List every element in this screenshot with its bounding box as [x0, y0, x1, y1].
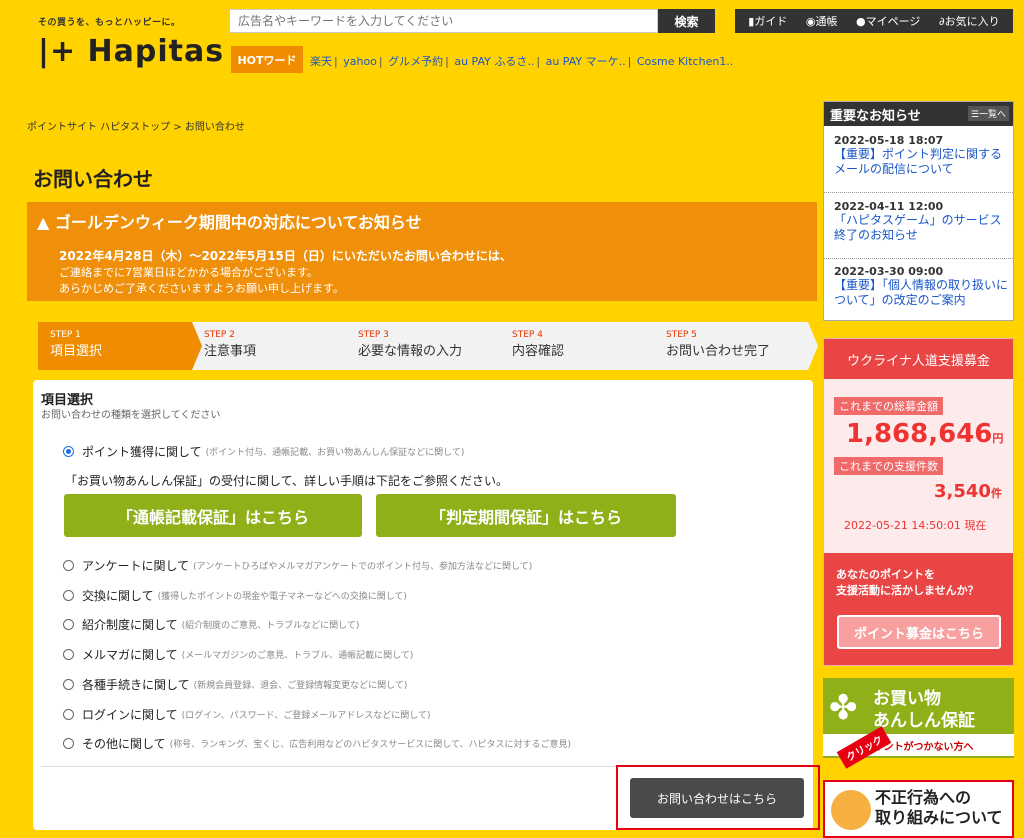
- radio[interactable]: [63, 590, 74, 601]
- radio[interactable]: [63, 679, 74, 690]
- option-other[interactable]: その他に関して (称号、ランキング、宝くじ、広告利用などのハピタスサービスに関して…: [63, 735, 571, 752]
- important-news: 重要なお知らせ ☰一覧へ 2022-05-18 18:07 【重要】ポイント判定に関…: [823, 101, 1014, 321]
- notice-line: 2022年4月28日（木）～2022年5月15日（日）にいただいたお問い合わせに…: [59, 249, 512, 263]
- hot-link[interactable]: yahoo: [343, 55, 377, 68]
- dog-icon: [831, 790, 871, 830]
- option-procedures[interactable]: 各種手続きに関して (新規会員登録、退会、ご登録情報変更などに関して): [63, 676, 407, 693]
- hot-link[interactable]: au PAY マーケ..: [546, 55, 626, 68]
- news-all-link[interactable]: ☰一覧へ: [967, 106, 1009, 121]
- option-mailmag[interactable]: メルマガに関して (メールマガジンのご意見、トラブル、通帳記載に関して): [63, 646, 413, 663]
- divider: [824, 258, 1013, 259]
- guide-text: 「お買い物あんしん保証」の受付に関して、詳しい手順は下記をご参照ください。: [65, 474, 509, 488]
- favorites-link[interactable]: ∂お気に入り: [939, 13, 1000, 29]
- highlight-box: [616, 765, 820, 830]
- gw-notice: ▲ ゴールデンウィーク期間中の対応についてお知らせ 2022年4月28日（木）～…: [27, 202, 817, 301]
- step-3: STEP 3 必要な情報の入力: [346, 322, 510, 370]
- user-icon: ●: [856, 15, 866, 28]
- radio[interactable]: [63, 649, 74, 660]
- hot-word-links: 楽天 | yahoo | グルメ予約 | au PAY ふるさ.. | au PAY マ…: [310, 55, 734, 68]
- list-icon: ☰: [970, 110, 979, 120]
- radio[interactable]: [63, 738, 74, 749]
- donation-heading: ウクライナ人道支援募金: [824, 339, 1013, 379]
- step-5: STEP 5 お問い合わせ完了: [654, 322, 818, 370]
- site-header: その買うを、もっとハッピーに。 |+ Hapitas 検索 ▮ガイド ◉通帳 ●…: [0, 0, 1024, 82]
- panel-subtitle: お問い合わせの種類を選択してください: [41, 410, 221, 421]
- notice-line: あらかじめご了承くださいますようお願い申し上げます。: [59, 282, 344, 295]
- option-survey[interactable]: アンケートに関して (アンケートひろばやメルマガアンケートでのポイント付与、参加方…: [63, 557, 532, 574]
- option-login[interactable]: ログインに関して (ログイン、パスワード、ご登録メールアドレスなどに関して): [63, 706, 431, 723]
- step-4: STEP 4 内容確認: [500, 322, 664, 370]
- step-2: STEP 2 注意事項: [192, 322, 356, 370]
- notice-line: ご連絡までに7営業日ほどかかる場合がございます。: [59, 266, 318, 279]
- header-tools: ▮ガイド ◉通帳 ●マイページ ∂お気に入り: [735, 9, 1013, 33]
- radio[interactable]: [63, 709, 74, 720]
- option-exchange[interactable]: 交換に関して (獲得したポイントの現金や電子マネーなどへの交換に関して): [63, 587, 407, 604]
- guide-link[interactable]: ▮ガイド: [748, 13, 787, 29]
- point-donation-button[interactable]: ポイント募金はこちら: [837, 615, 1001, 649]
- period-guarantee-button[interactable]: 「判定期間保証」はこちら: [376, 494, 676, 537]
- radio[interactable]: [63, 560, 74, 571]
- clover-icon: ✤: [829, 688, 858, 728]
- hot-link[interactable]: 楽天: [310, 55, 332, 68]
- category-panel: 項目選択 お問い合わせの種類を選択してください ポイント獲得に関して (ポイント付…: [33, 380, 813, 830]
- option-points[interactable]: ポイント獲得に関して (ポイント付与、通帳記載、お買い物あんしん保証などに関して): [63, 443, 464, 460]
- hot-word-label: HOTワード: [231, 46, 303, 73]
- radio[interactable]: [63, 619, 74, 630]
- hot-link[interactable]: au PAY ふるさ..: [454, 55, 534, 68]
- divider: [824, 192, 1013, 193]
- passbook-link[interactable]: ◉通帳: [806, 13, 838, 29]
- radio-selected[interactable]: [63, 446, 74, 457]
- hot-link[interactable]: グルメ予約: [388, 55, 443, 68]
- news-item[interactable]: 2022-04-11 12:00 「ハピタスゲーム」のサービス終了のお知らせ: [834, 200, 1009, 243]
- passbook-guarantee-button[interactable]: 「通帳記載保証」はこちら: [64, 494, 362, 537]
- option-referral[interactable]: 紹介制度に関して (紹介制度のご意見、トラブルなどに関して): [63, 616, 359, 633]
- news-item[interactable]: 2022-03-30 09:00 【重要】「個人情報の取り扱いについて」の改定のご…: [834, 265, 1009, 308]
- mypage-link[interactable]: ●マイページ: [856, 13, 920, 29]
- ukraine-donation: ウクライナ人道支援募金 これまでの総募金額 1,868,646円分 これまでの支…: [823, 338, 1014, 666]
- hapitas-logo[interactable]: |+ Hapitas: [38, 34, 224, 69]
- tagline: その買うを、もっとハッピーに。: [38, 18, 181, 28]
- search-button[interactable]: 検索: [658, 9, 715, 33]
- donation-count: 3,540件: [934, 481, 1002, 502]
- donation-cta: あなたのポイントを 支援活動に活かしませんか？ ポイント募金はこちら: [824, 553, 1013, 665]
- notice-heading: ▲ ゴールデンウィーク期間中の対応についてお知らせ: [37, 213, 422, 232]
- step-progress: STEP 1 項目選択 STEP 2 注意事項 STEP 3 必要な情報の入力 STE…: [38, 322, 818, 370]
- breadcrumb[interactable]: ポイントサイト ハピタストップ > お問い合わせ: [27, 118, 245, 133]
- news-item[interactable]: 2022-05-18 18:07 【重要】ポイント判定に関するメールの配信について: [834, 134, 1009, 177]
- fraud-banner[interactable]: 不正行為への 取り組みについて: [823, 780, 1014, 838]
- news-heading: 重要なお知らせ ☰一覧へ: [824, 102, 1013, 126]
- total-label: これまでの総募金額: [834, 397, 943, 415]
- page-title: お問い合わせ: [33, 167, 153, 191]
- hot-link[interactable]: Cosme Kitchen1..: [637, 55, 733, 68]
- search-input[interactable]: [229, 9, 658, 33]
- warning-icon: ▲: [37, 213, 55, 232]
- step-1: STEP 1 項目選択: [38, 322, 202, 370]
- donation-timestamp: 2022-05-21 14:50:01 現在: [844, 519, 987, 532]
- count-label: これまでの支援件数: [834, 457, 943, 475]
